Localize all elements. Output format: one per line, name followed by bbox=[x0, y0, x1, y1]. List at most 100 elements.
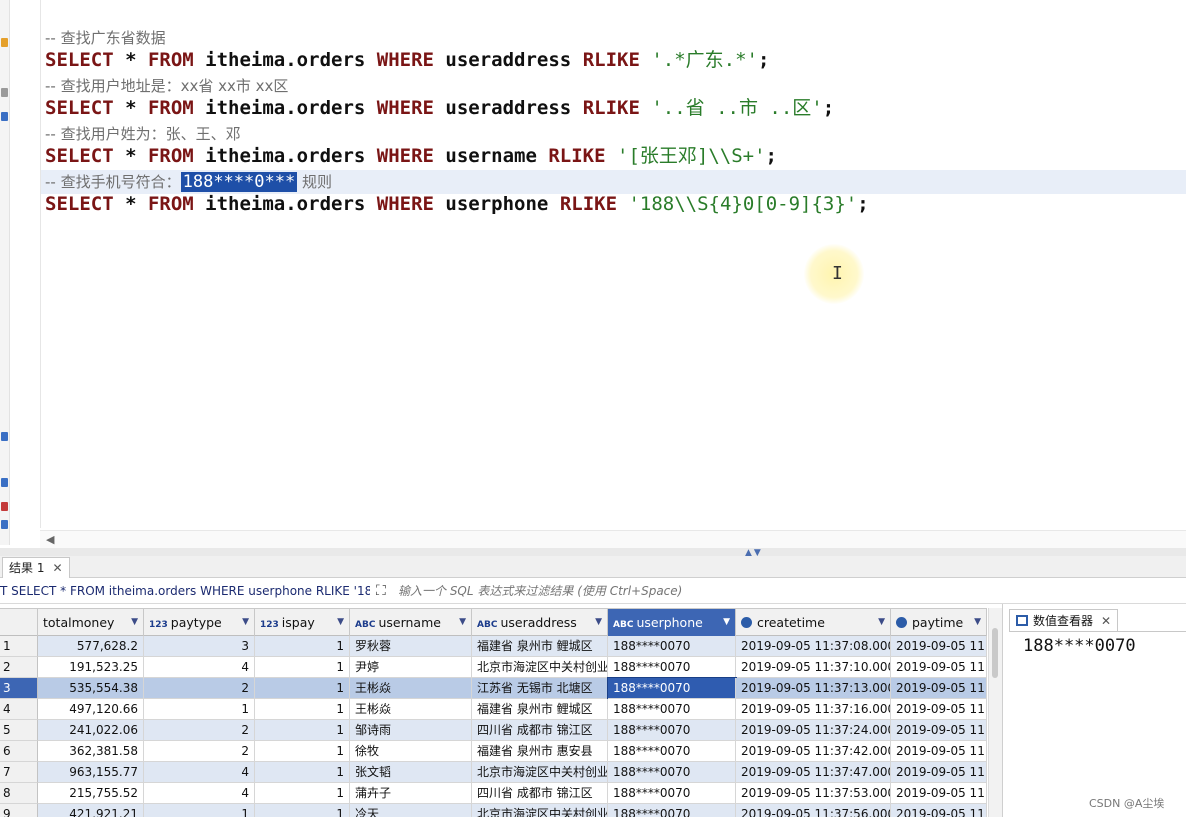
cell-username[interactable]: 张文韬 bbox=[350, 762, 472, 783]
table-row[interactable]: 7 963,155.77 4 1 张文韬 北京市海淀区中关村创业 188****0070 20… bbox=[0, 762, 987, 783]
cell-useraddress[interactable]: 北京市海淀区中关村创业 bbox=[472, 657, 608, 678]
table-row[interactable]: 9 421,921.21 1 1 冷天 北京市海淀区中关村创业 188****0070 201… bbox=[0, 804, 987, 817]
code-comment-line-current[interactable]: -- 查找手机号符合： 188****0*** 规则 bbox=[40, 170, 1186, 194]
cell-paytime[interactable]: 2019-09-05 11: bbox=[891, 762, 987, 783]
editor-horizontal-scrollbar[interactable]: ◀ bbox=[40, 530, 1186, 548]
table-row[interactable]: 5 241,022.06 2 1 邹诗雨 四川省 成都市 锦江区 188****0070 20… bbox=[0, 720, 987, 741]
table-row[interactable]: 1 577,628.2 3 1 罗秋蓉 福建省 泉州市 鲤城区 188****0070 201… bbox=[0, 636, 987, 657]
row-number[interactable]: 9 bbox=[0, 804, 38, 817]
cell-useraddress[interactable]: 江苏省 无锡市 北塘区 bbox=[472, 678, 608, 699]
cell-ispay[interactable]: 1 bbox=[255, 804, 350, 817]
code-comment-line[interactable]: -- 查找广东省数据 bbox=[45, 26, 166, 50]
cell-userphone[interactable]: 188****0070 bbox=[608, 741, 736, 762]
cell-createtime[interactable]: 2019-09-05 11:37:10.000 bbox=[736, 657, 891, 678]
cell-username[interactable]: 王彬焱 bbox=[350, 699, 472, 720]
cell-paytype[interactable]: 1 bbox=[144, 699, 255, 720]
row-number[interactable]: 6 bbox=[0, 741, 38, 762]
cell-useraddress[interactable]: 北京市海淀区中关村创业 bbox=[472, 762, 608, 783]
row-number[interactable]: 2 bbox=[0, 657, 38, 678]
cell-createtime[interactable]: 2019-09-05 11:37:47.000 bbox=[736, 762, 891, 783]
code-comment-line[interactable]: -- 查找用户地址是：xx省 xx市 xx区 bbox=[45, 74, 288, 98]
cell-userphone[interactable]: 188****0070 bbox=[608, 762, 736, 783]
cell-userphone[interactable]: 188****0070 bbox=[608, 720, 736, 741]
cell-useraddress[interactable]: 福建省 泉州市 惠安县 bbox=[472, 741, 608, 762]
code-sql-line[interactable]: SELECT * FROM itheima.orders WHERE usern… bbox=[45, 144, 777, 168]
close-icon[interactable]: ✕ bbox=[52, 561, 62, 575]
cell-useraddress[interactable]: 四川省 成都市 锦江区 bbox=[472, 783, 608, 804]
viewer-value[interactable]: 188****0070 bbox=[1023, 636, 1136, 656]
dropdown-icon[interactable]: ▼ bbox=[337, 609, 344, 636]
cell-paytime[interactable]: 2019-09-05 11: bbox=[891, 720, 987, 741]
header-corner[interactable] bbox=[0, 609, 38, 636]
column-header-paytype[interactable]: 123 paytype ▼ bbox=[144, 609, 255, 636]
cell-paytime[interactable]: 2019-09-05 11: bbox=[891, 678, 987, 699]
cell-totalmoney[interactable]: 963,155.77 bbox=[38, 762, 144, 783]
row-number[interactable]: 1 bbox=[0, 636, 38, 657]
dropdown-icon[interactable]: ▼ bbox=[723, 609, 730, 636]
code-sql-line[interactable]: SELECT * FROM itheima.orders WHERE usera… bbox=[45, 96, 834, 120]
cell-paytime[interactable]: 2019-09-05 11: bbox=[891, 657, 987, 678]
cell-paytime[interactable]: 2019-09-05 11: bbox=[891, 699, 987, 720]
filter-input[interactable] bbox=[398, 584, 998, 598]
cell-paytime[interactable]: 2019-09-05 11: bbox=[891, 804, 987, 817]
dropdown-icon[interactable]: ▼ bbox=[242, 609, 249, 636]
cell-ispay[interactable]: 1 bbox=[255, 636, 350, 657]
cell-totalmoney[interactable]: 497,120.66 bbox=[38, 699, 144, 720]
cell-ispay[interactable]: 1 bbox=[255, 699, 350, 720]
expand-icon[interactable]: ⛶ bbox=[376, 583, 386, 599]
cell-totalmoney[interactable]: 191,523.25 bbox=[38, 657, 144, 678]
cell-createtime[interactable]: 2019-09-05 11:37:56.000 bbox=[736, 804, 891, 817]
cell-paytime[interactable]: 2019-09-05 11: bbox=[891, 783, 987, 804]
grid-vertical-scrollbar[interactable] bbox=[988, 608, 1002, 817]
cell-userphone[interactable]: 188****0070 bbox=[608, 804, 736, 817]
cell-createtime[interactable]: 2019-09-05 11:37:08.000 bbox=[736, 636, 891, 657]
column-header-ispay[interactable]: 123 ispay ▼ bbox=[255, 609, 350, 636]
row-number[interactable]: 3 bbox=[0, 678, 38, 699]
cell-totalmoney[interactable]: 362,381.58 bbox=[38, 741, 144, 762]
cell-ispay[interactable]: 1 bbox=[255, 720, 350, 741]
cell-ispay[interactable]: 1 bbox=[255, 678, 350, 699]
cell-userphone[interactable]: 188****0070 bbox=[607, 677, 737, 700]
cell-ispay[interactable]: 1 bbox=[255, 783, 350, 804]
code-sql-line[interactable]: SELECT * FROM itheima.orders WHERE userp… bbox=[45, 192, 869, 216]
column-header-createtime[interactable]: createtime ▼ bbox=[736, 609, 891, 636]
cell-username[interactable]: 冷天 bbox=[350, 804, 472, 817]
code-comment-line[interactable]: -- 查找用户姓为：张、王、邓 bbox=[45, 122, 241, 146]
cell-createtime[interactable]: 2019-09-05 11:37:13.000 bbox=[736, 678, 891, 699]
cell-createtime[interactable]: 2019-09-05 11:37:16.000 bbox=[736, 699, 891, 720]
table-row[interactable]: 6 362,381.58 2 1 徐牧 福建省 泉州市 惠安县 188****0070 201… bbox=[0, 741, 987, 762]
cell-totalmoney[interactable]: 535,554.38 bbox=[38, 678, 144, 699]
cell-username[interactable]: 邹诗雨 bbox=[350, 720, 472, 741]
cell-createtime[interactable]: 2019-09-05 11:37:24.000 bbox=[736, 720, 891, 741]
cell-totalmoney[interactable]: 241,022.06 bbox=[38, 720, 144, 741]
cell-totalmoney[interactable]: 215,755.52 bbox=[38, 783, 144, 804]
panel-splitter[interactable]: ▲▼ bbox=[0, 548, 1186, 558]
table-row[interactable]: 2 191,523.25 4 1 尹婷 北京市海淀区中关村创业 188****0070 201… bbox=[0, 657, 987, 678]
cell-username[interactable]: 罗秋蓉 bbox=[350, 636, 472, 657]
cell-paytype[interactable]: 4 bbox=[144, 657, 255, 678]
cell-username[interactable]: 蒲卉子 bbox=[350, 783, 472, 804]
dropdown-icon[interactable]: ▼ bbox=[974, 609, 981, 636]
code-sql-line[interactable]: SELECT * FROM itheima.orders WHERE usera… bbox=[45, 48, 769, 72]
cell-createtime[interactable]: 2019-09-05 11:37:42.000 bbox=[736, 741, 891, 762]
scroll-left-icon[interactable]: ◀ bbox=[46, 533, 54, 546]
cell-paytime[interactable]: 2019-09-05 11: bbox=[891, 636, 987, 657]
column-header-paytime[interactable]: paytime ▼ bbox=[891, 609, 987, 636]
row-number[interactable]: 4 bbox=[0, 699, 38, 720]
tab-value-viewer[interactable]: 数值查看器 ✕ bbox=[1009, 609, 1119, 631]
sql-editor[interactable]: -- 查找广东省数据 SELECT * FROM itheima.orders W… bbox=[10, 0, 1186, 530]
column-header-username[interactable]: ABC username ▼ bbox=[350, 609, 472, 636]
cell-paytype[interactable]: 4 bbox=[144, 762, 255, 783]
scroll-thumb[interactable] bbox=[992, 628, 998, 678]
cell-totalmoney[interactable]: 577,628.2 bbox=[38, 636, 144, 657]
row-number[interactable]: 8 bbox=[0, 783, 38, 804]
cell-paytype[interactable]: 2 bbox=[144, 678, 255, 699]
cell-paytime[interactable]: 2019-09-05 11: bbox=[891, 741, 987, 762]
cell-createtime[interactable]: 2019-09-05 11:37:53.000 bbox=[736, 783, 891, 804]
cell-paytype[interactable]: 2 bbox=[144, 741, 255, 762]
cell-userphone[interactable]: 188****0070 bbox=[608, 657, 736, 678]
cell-paytype[interactable]: 4 bbox=[144, 783, 255, 804]
cell-useraddress[interactable]: 四川省 成都市 锦江区 bbox=[472, 720, 608, 741]
dropdown-icon[interactable]: ▼ bbox=[595, 609, 602, 636]
tab-results-1[interactable]: 结果 1 ✕ bbox=[2, 557, 70, 578]
